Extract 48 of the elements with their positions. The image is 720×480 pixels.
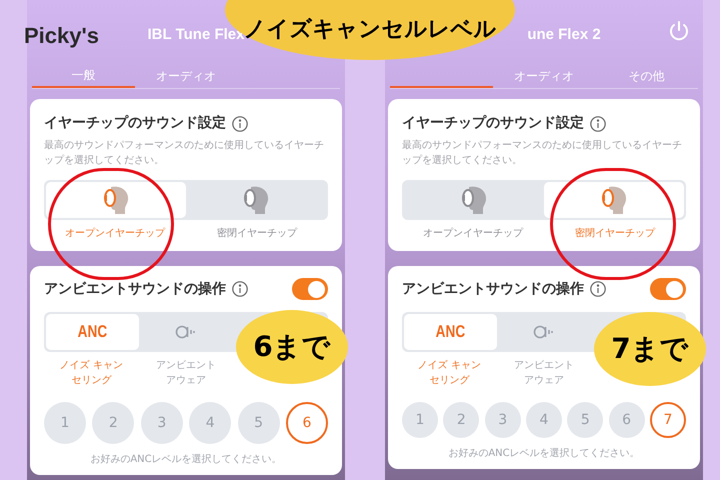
info-icon[interactable]: [590, 116, 606, 132]
tab[interactable]: その他: [595, 64, 698, 88]
level-button[interactable]: 1: [44, 402, 86, 444]
option-label: 密閉イヤーチップ: [216, 226, 298, 241]
mode-label: ノイズ キャン セリング: [58, 359, 124, 388]
hint-text: お好みのANCレベルを選択してください。: [89, 453, 283, 467]
description-text: 最高のサウンドパフォーマンスのために使用しているイヤーチップを選択してください。: [402, 138, 683, 168]
level-button[interactable]: 4: [526, 402, 562, 438]
mode-label: アンビエント アウェア: [512, 359, 575, 388]
info-icon[interactable]: [232, 281, 248, 297]
mode-option[interactable]: ANC: [46, 314, 140, 350]
level-button[interactable]: 6: [286, 402, 328, 444]
mode-label: ノイズ キャン セリング: [416, 359, 482, 388]
ear-tip-option[interactable]: [46, 182, 186, 218]
level-button[interactable]: 4: [189, 402, 232, 444]
ambient-aware-icon: [532, 325, 555, 339]
level-button[interactable]: 2: [443, 402, 480, 438]
section-title: イヤーチップのサウンド設定: [402, 114, 584, 133]
toggle-switch[interactable]: [650, 278, 686, 300]
toggle-switch[interactable]: [292, 278, 328, 300]
option-label: オープンイヤーチップ: [422, 226, 524, 241]
option-label: オープンイヤーチップ: [64, 226, 166, 241]
info-icon[interactable]: [232, 116, 248, 132]
level-button[interactable]: 2: [92, 402, 134, 444]
section-title: アンビエントサウンドの操作: [402, 280, 584, 298]
description-text: 最高のサウンドパフォーマンスのために使用しているイヤーチップを選択してください。: [44, 138, 325, 168]
level-button[interactable]: 5: [238, 402, 280, 444]
level-button[interactable]: 7: [650, 402, 686, 438]
device-title: une Flex 2: [527, 25, 601, 45]
ear-tip-option[interactable]: [544, 182, 684, 218]
option-label: 密閉イヤーチップ: [574, 226, 656, 241]
power-icon[interactable]: [668, 20, 690, 42]
section-title: イヤーチップのサウンド設定: [44, 114, 226, 133]
tab[interactable]: 一般: [32, 64, 135, 88]
tab[interactable]: オーディオ: [134, 64, 238, 88]
logo: Picky's: [24, 22, 99, 50]
section-title: アンビエントサウンドの操作: [44, 280, 226, 298]
level-button[interactable]: 3: [140, 402, 183, 444]
info-icon[interactable]: [590, 281, 606, 297]
level-button[interactable]: 5: [567, 402, 604, 438]
hint-text: お好みのANCレベルを選択してください。: [447, 447, 641, 461]
ambient-aware-icon: [174, 325, 197, 339]
level-button[interactable]: 3: [484, 402, 521, 438]
mode-label: アンビエント アウェア: [154, 359, 217, 388]
level-button[interactable]: 6: [608, 402, 645, 438]
tab[interactable]: オーディオ: [492, 64, 596, 88]
level-button[interactable]: 1: [402, 402, 438, 438]
mode-option[interactable]: ANC: [404, 314, 498, 350]
